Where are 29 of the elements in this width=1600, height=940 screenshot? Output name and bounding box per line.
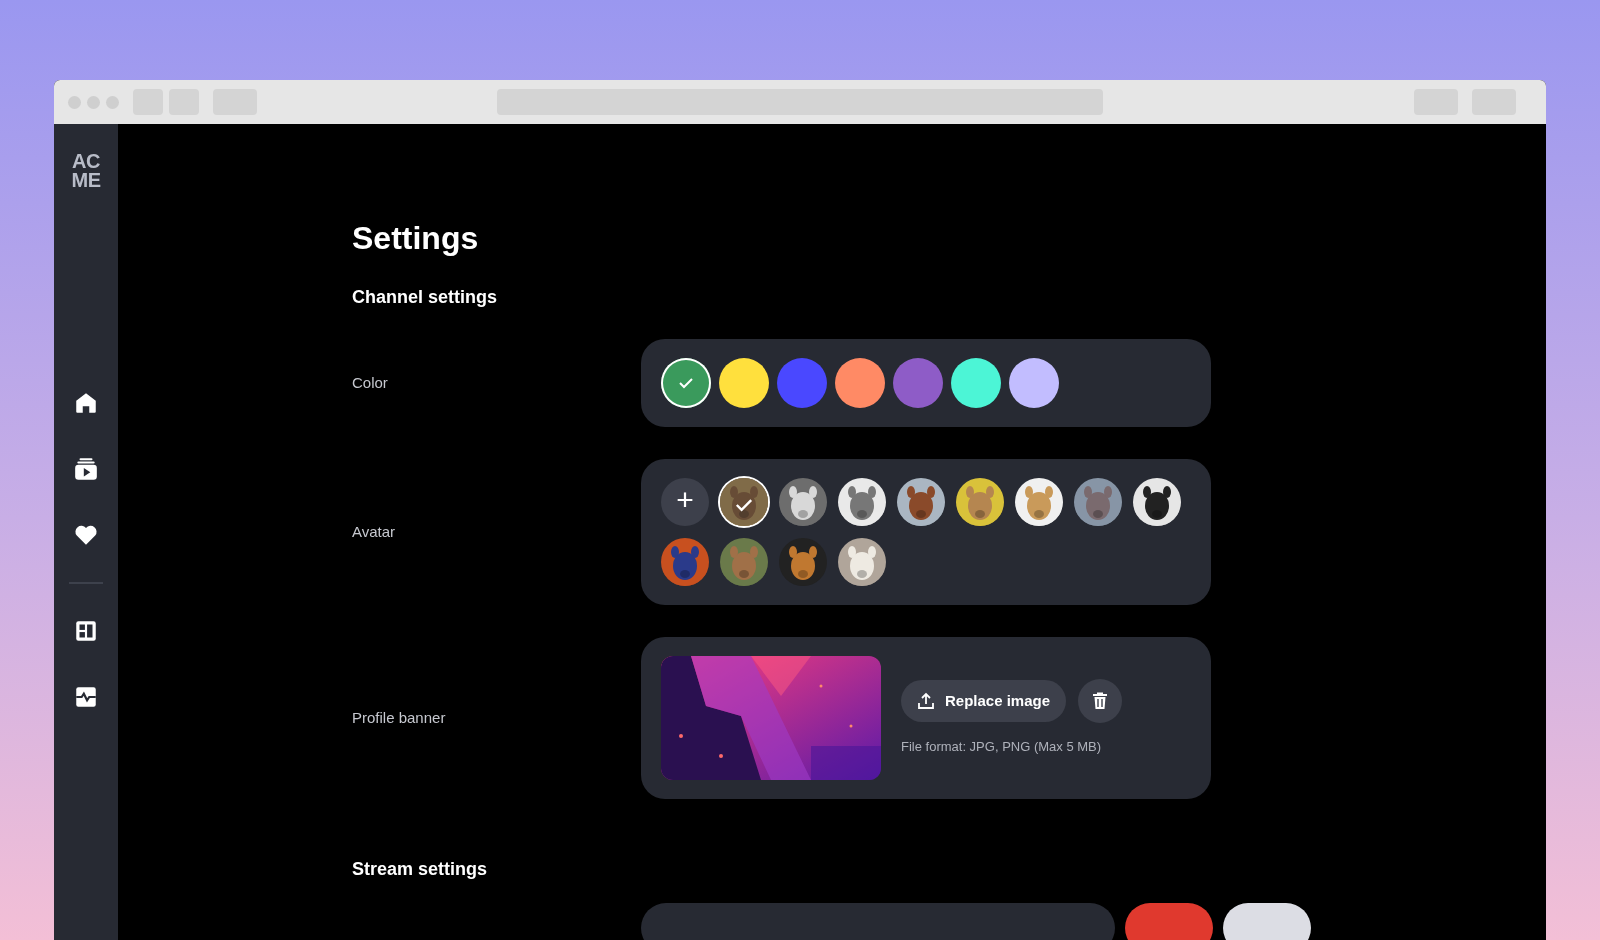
replace-image-button[interactable]: Replace image: [901, 680, 1067, 723]
section-heading: Channel settings: [352, 287, 499, 309]
avatar-option[interactable]: [1015, 478, 1063, 526]
logo: AC ME: [71, 152, 101, 190]
color-swatch[interactable]: [777, 358, 827, 408]
section-heading: Stream settings: [352, 859, 489, 881]
field-label: Avatar: [352, 521, 397, 542]
avatar-option[interactable]: [956, 478, 1004, 526]
play-stack-icon[interactable]: [72, 455, 100, 483]
avatar-option[interactable]: [838, 538, 886, 586]
avatar-option[interactable]: [897, 478, 945, 526]
color-swatch[interactable]: [719, 358, 769, 408]
upload-icon: [917, 692, 935, 711]
color-swatch[interactable]: [893, 358, 943, 408]
color-swatch[interactable]: [661, 358, 711, 408]
avatar-option[interactable]: [779, 478, 827, 526]
trash-icon: [1091, 692, 1110, 711]
color-swatch[interactable]: [1009, 358, 1059, 408]
file-format-hint: File format: JPG, PNG (Max 5 MB): [901, 738, 1103, 757]
color-swatch[interactable]: [835, 358, 885, 408]
field-label: Color: [352, 372, 389, 393]
avatar-option[interactable]: [720, 478, 768, 526]
page-title: Settings: [352, 219, 480, 258]
field-label: Profile banner: [352, 707, 447, 728]
add-avatar-button[interactable]: +: [661, 478, 709, 526]
avatar-option[interactable]: [1133, 478, 1181, 526]
action-button[interactable]: [1223, 902, 1311, 940]
color-swatch[interactable]: [951, 358, 1001, 408]
avatar-option[interactable]: [838, 478, 886, 526]
